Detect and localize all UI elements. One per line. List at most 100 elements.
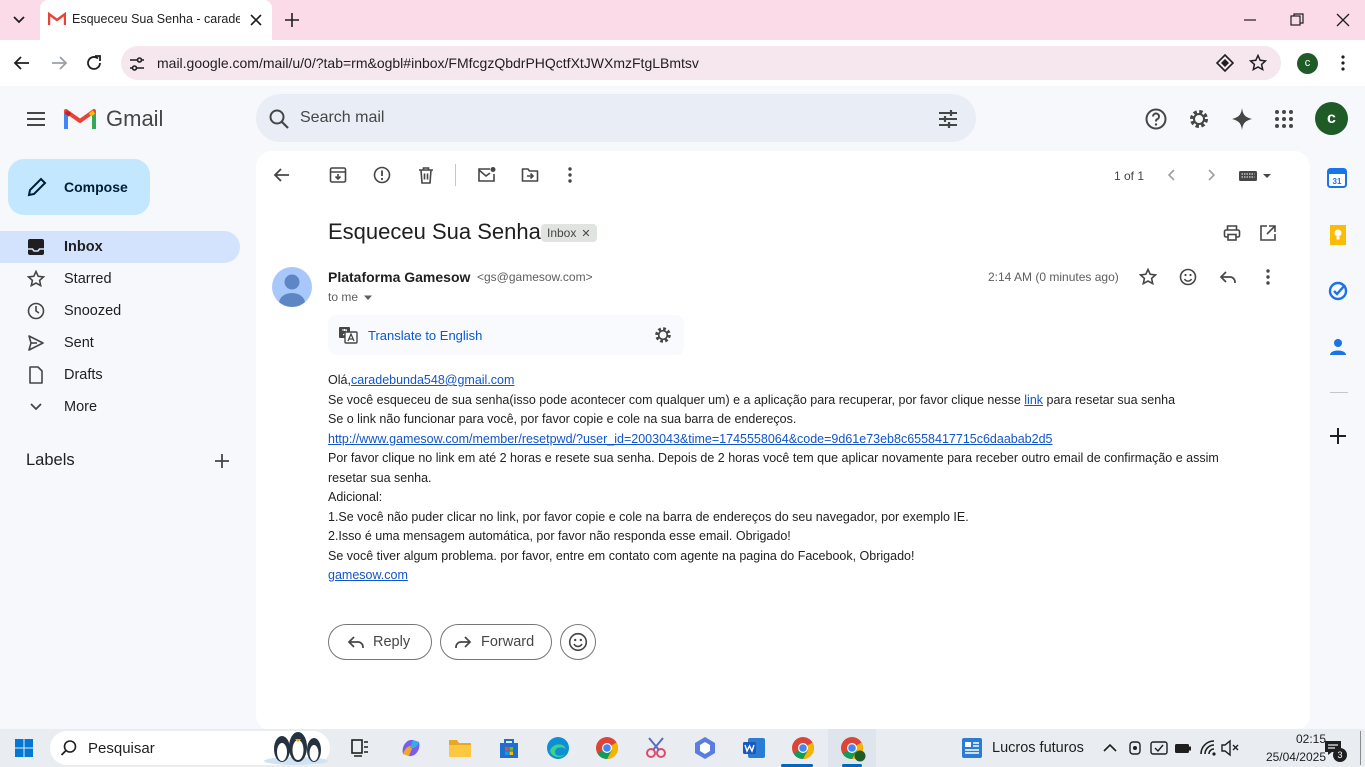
main-menu-icon[interactable]: [25, 109, 47, 129]
penguins-search-highlight-icon[interactable]: [262, 731, 330, 765]
clock-time[interactable]: 02:15: [1264, 732, 1326, 746]
mark-unread-icon[interactable]: [477, 166, 497, 184]
site-info-icon[interactable]: [128, 55, 146, 73]
newer-chevron-icon[interactable]: [1164, 167, 1180, 183]
new-tab-icon[interactable]: [283, 11, 301, 29]
search-icon[interactable]: [268, 108, 290, 130]
tab-search-icon[interactable]: [10, 12, 28, 28]
clock-date[interactable]: 25/04/2025: [1248, 750, 1326, 764]
volume-muted-icon[interactable]: [1220, 739, 1240, 757]
microsoft-store-icon[interactable]: [497, 736, 521, 760]
file-explorer-icon[interactable]: [448, 737, 472, 759]
tasks-icon[interactable]: [1328, 281, 1348, 301]
widget-label[interactable]: Lucros futuros: [992, 740, 1084, 756]
print-icon[interactable]: [1223, 224, 1241, 242]
recipient-details-icon[interactable]: [363, 294, 373, 302]
input-tools-icon[interactable]: [1238, 168, 1274, 184]
labels-heading: Labels: [26, 451, 75, 469]
forward-icon[interactable]: [50, 54, 68, 72]
extension-icon[interactable]: [1216, 54, 1234, 72]
keep-icon[interactable]: [1328, 224, 1348, 246]
more-actions-icon[interactable]: [563, 166, 577, 184]
older-chevron-icon[interactable]: [1203, 167, 1219, 183]
wifi-icon[interactable]: [1199, 739, 1217, 757]
recipient-text: to me: [328, 290, 359, 304]
app-hexagon-icon[interactable]: [693, 736, 717, 760]
gmail-favicon-icon: [48, 12, 66, 26]
apps-grid-icon[interactable]: [1274, 109, 1294, 129]
snipping-tool-icon[interactable]: [644, 736, 668, 760]
contacts-icon[interactable]: [1328, 337, 1348, 357]
chevron-down-icon: [27, 398, 45, 416]
gmail-logo-icon[interactable]: [64, 107, 96, 131]
account-avatar[interactable]: c: [1315, 102, 1348, 135]
forward-label: Forward: [481, 634, 535, 650]
search-input[interactable]: Search mail: [300, 109, 384, 127]
reset-url-link[interactable]: http://www.gamesow.com/member/resetpwd/?…: [328, 432, 1053, 446]
sidebar-item-label: Inbox: [64, 239, 103, 255]
report-spam-icon[interactable]: [373, 166, 391, 184]
open-new-window-icon[interactable]: [1259, 224, 1277, 242]
profile-avatar[interactable]: c: [1297, 53, 1318, 74]
edge-browser-icon[interactable]: [546, 736, 570, 760]
remove-label-icon[interactable]: ✕: [581, 228, 590, 240]
footer-link[interactable]: gamesow.com: [328, 568, 408, 582]
add-label-icon[interactable]: [213, 452, 231, 470]
help-icon[interactable]: [1145, 108, 1167, 130]
svg-text:31: 31: [1333, 177, 1342, 186]
translate-settings-icon[interactable]: [654, 326, 672, 344]
body-line-3a: Por favor clique no link em até 2 horas …: [328, 451, 1219, 465]
move-to-icon[interactable]: [521, 166, 539, 184]
sidebar-item-label: Starred: [64, 271, 112, 287]
browser-menu-icon[interactable]: [1336, 54, 1350, 72]
translate-link[interactable]: Translate to English: [368, 328, 482, 343]
back-icon[interactable]: [13, 54, 31, 72]
body-text: Se você esqueceu de sua senha(isso pode …: [328, 393, 1021, 407]
sidebar-item-label: Drafts: [64, 367, 103, 383]
calendar-icon[interactable]: 31: [1327, 168, 1347, 188]
pencil-icon: [26, 176, 48, 198]
sidebar-item-label: Sent: [64, 335, 94, 351]
sender-name[interactable]: Plataforma Gamesow: [328, 269, 470, 285]
search-options-icon[interactable]: [937, 108, 959, 130]
meet-now-icon[interactable]: [1127, 740, 1143, 756]
settings-gear-icon[interactable]: [1188, 108, 1210, 130]
restore-icon[interactable]: [1290, 13, 1304, 27]
emoji-reaction-icon[interactable]: [1179, 268, 1197, 286]
rail-divider: [1330, 392, 1348, 393]
url-text[interactable]: mail.google.com/mail/u/0/?tab=rm&ogbl#in…: [157, 55, 699, 71]
inbox-label-badge[interactable]: Inbox ✕: [541, 224, 597, 242]
delete-icon[interactable]: [417, 166, 435, 184]
word-icon[interactable]: [742, 736, 766, 760]
reload-icon[interactable]: [85, 54, 103, 72]
chrome-profile-icon[interactable]: [840, 736, 866, 762]
body-line-7: Se você tiver algum problema. por favor,…: [328, 549, 915, 563]
bookmark-star-icon[interactable]: [1249, 54, 1267, 72]
close-window-icon[interactable]: [1336, 13, 1350, 27]
task-view-icon[interactable]: [350, 738, 370, 758]
copilot-icon[interactable]: [399, 736, 423, 760]
reply-icon[interactable]: [1219, 268, 1237, 286]
message-more-icon[interactable]: [1261, 268, 1275, 286]
recipient-email-link[interactable]: caradebunda548@gmail.com: [351, 373, 514, 387]
camera-tray-icon[interactable]: [1150, 740, 1168, 756]
gemini-sparkle-icon[interactable]: [1231, 107, 1253, 131]
back-to-inbox-icon[interactable]: [273, 166, 291, 184]
windows-start-icon[interactable]: [15, 739, 33, 757]
chrome-icon[interactable]: [595, 736, 619, 760]
stocks-widget-icon[interactable]: [961, 736, 983, 760]
minimize-icon[interactable]: [1243, 13, 1257, 27]
send-icon: [27, 334, 45, 352]
gmail-logo-text: Gmail: [106, 106, 164, 131]
archive-icon[interactable]: [329, 166, 347, 184]
email-time: 2:14 AM (0 minutes ago): [988, 270, 1119, 284]
star-message-icon[interactable]: [1139, 268, 1157, 286]
tray-overflow-icon[interactable]: [1102, 741, 1118, 755]
chrome-window-icon[interactable]: [791, 736, 815, 760]
reset-link[interactable]: link: [1024, 393, 1043, 407]
close-tab-icon[interactable]: [248, 12, 264, 28]
greeting-text: Olá,: [328, 373, 351, 387]
show-desktop-edge[interactable]: [1360, 731, 1361, 765]
battery-tray-icon[interactable]: [1174, 740, 1192, 756]
get-addons-icon[interactable]: [1329, 427, 1347, 445]
